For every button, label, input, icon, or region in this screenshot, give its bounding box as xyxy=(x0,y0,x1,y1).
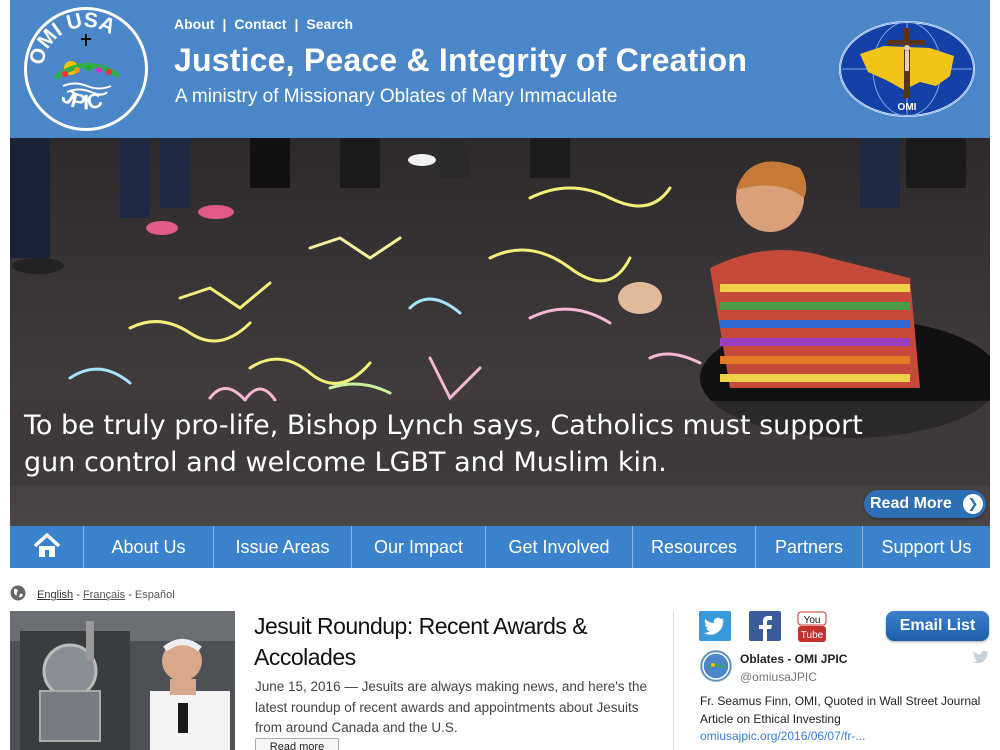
nav-get-involved[interactable]: Get Involved xyxy=(486,526,633,568)
nav-home[interactable] xyxy=(10,526,84,568)
hero-caption[interactable]: To be truly pro-life, Bishop Lynch says,… xyxy=(10,401,990,485)
nav-partners[interactable]: Partners xyxy=(756,526,863,568)
site-subtitle: A ministry of Missionary Oblates of Mary… xyxy=(175,86,618,107)
language-switcher: English - Français - Español xyxy=(10,585,175,601)
hero-read-more-label: Read More xyxy=(870,495,952,512)
twitter-icon xyxy=(704,617,725,635)
arrow-right-icon: ❯ xyxy=(963,494,983,514)
omi-globe-crucifix-logo[interactable]: OMI xyxy=(838,20,976,118)
facebook-button[interactable] xyxy=(749,611,781,641)
language-spanish[interactable]: Español xyxy=(135,589,175,601)
article-thumbnail[interactable] xyxy=(10,611,235,750)
youtube-label-top: You xyxy=(804,615,821,626)
omi-usa-jpic-logo[interactable]: OMI USA JPIC xyxy=(24,7,148,131)
youtube-label-bottom: Tube xyxy=(801,630,824,641)
logo-right-label: OMI xyxy=(898,102,917,113)
facebook-icon xyxy=(759,616,772,641)
nav-about-us[interactable]: About Us xyxy=(84,526,214,568)
hero-caption-line-1: To be truly pro-life, Bishop Lynch says,… xyxy=(24,410,863,441)
language-french[interactable]: Français xyxy=(83,589,125,601)
email-list-button[interactable]: Email List xyxy=(886,611,989,641)
article-read-more-button[interactable]: Read more xyxy=(255,738,339,750)
link-separator: | xyxy=(222,16,227,32)
language-separator: - xyxy=(128,589,135,601)
about-link[interactable]: About xyxy=(174,16,214,32)
site-title[interactable]: Justice, Peace & Integrity of Creation xyxy=(174,42,747,79)
hero-caption-line-2: gun control and welcome LGBT and Muslim … xyxy=(24,447,667,478)
article-title[interactable]: Jesuit Roundup: Recent Awards & Accolade… xyxy=(254,611,654,673)
nav-issue-areas[interactable]: Issue Areas xyxy=(214,526,352,568)
article-excerpt: June 15, 2016 — Jesuits are always makin… xyxy=(255,679,648,735)
language-separator: - xyxy=(76,589,83,601)
contact-link[interactable]: Contact xyxy=(234,16,286,32)
logo-top-text: OMI USA xyxy=(27,10,119,67)
youtube-button[interactable]: You Tube xyxy=(797,611,827,643)
tweet-link[interactable]: omiusajpic.org/2016/06/07/fr-... xyxy=(700,729,865,743)
twitter-bird-icon xyxy=(972,650,990,670)
language-english[interactable]: English xyxy=(37,589,73,601)
link-separator: | xyxy=(294,16,299,32)
youtube-icon: You Tube xyxy=(797,611,827,642)
tweet-text: Fr. Seamus Finn, OMI, Quoted in Wall Str… xyxy=(700,694,981,726)
twitter-button[interactable] xyxy=(699,611,731,641)
tweet-author-name[interactable]: Oblates - OMI JPIC xyxy=(740,652,847,666)
main-nav: About Us Issue Areas Our Impact Get Invo… xyxy=(10,526,990,568)
hero-banner[interactable]: To be truly pro-life, Bishop Lynch says,… xyxy=(10,138,990,526)
tweet-author-handle[interactable]: @omiusaJPIC xyxy=(740,670,817,684)
sidebar-divider xyxy=(673,611,674,750)
svg-text:OMI USA: OMI USA xyxy=(27,10,119,67)
nav-support-us[interactable]: Support Us xyxy=(863,526,990,568)
hero-read-more-button[interactable]: Read More ❯ xyxy=(864,490,986,518)
site-header: OMI USA JPIC About | Contact | Search Justic… xyxy=(10,0,990,138)
twitter-avatar[interactable] xyxy=(700,650,732,682)
home-icon xyxy=(33,533,60,557)
nav-our-impact[interactable]: Our Impact xyxy=(352,526,486,568)
search-link[interactable]: Search xyxy=(306,16,353,32)
nav-resources[interactable]: Resources xyxy=(633,526,756,568)
top-links: About | Contact | Search xyxy=(174,16,353,32)
globe-icon xyxy=(10,585,26,601)
